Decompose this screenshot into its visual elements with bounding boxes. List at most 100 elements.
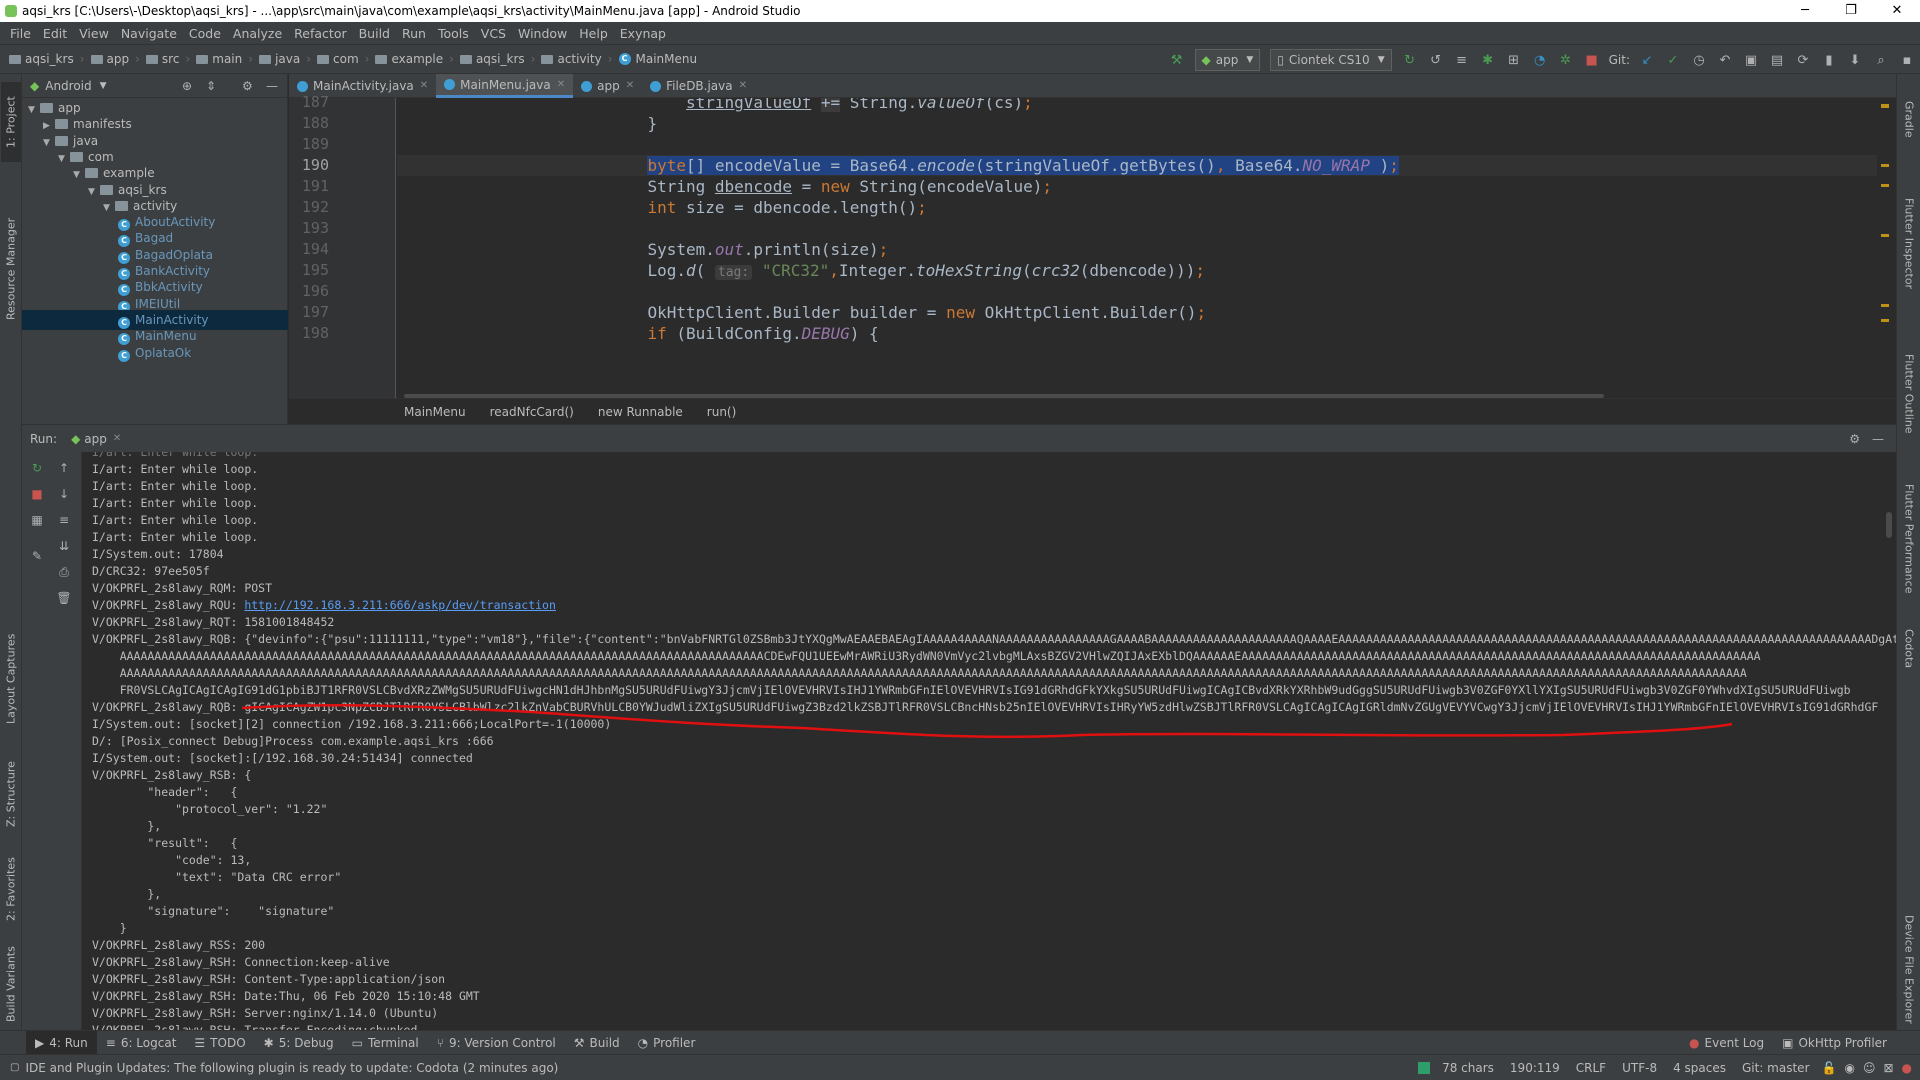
tool-tab-flutter-inspector[interactable]: Flutter Inspector	[1899, 164, 1919, 324]
sdk-icon[interactable]: ⬇	[1845, 50, 1865, 70]
git-update-icon[interactable]: ↙	[1637, 50, 1657, 70]
bottom-tab[interactable]: ◔ Profiler	[629, 1031, 705, 1055]
okhttp-profiler-tab[interactable]: ▣ OkHttp Profiler	[1773, 1031, 1896, 1055]
line-number[interactable]: 188	[289, 113, 329, 134]
stop-icon[interactable]: ■	[27, 484, 47, 504]
tool-tab-gradle[interactable]: Gradle	[1899, 84, 1919, 154]
menu-code[interactable]: Code	[183, 26, 227, 41]
rerun-icon[interactable]: ↻	[27, 458, 47, 478]
bottom-tab[interactable]: ⑂ 9: Version Control	[428, 1031, 565, 1055]
code-line[interactable]: }	[397, 113, 1877, 134]
breadcrumb-item[interactable]: com ›	[314, 52, 372, 66]
event-log-tab[interactable]: ● Event Log	[1680, 1031, 1773, 1055]
codota-icon[interactable]	[1418, 1061, 1431, 1074]
code-line[interactable]: stringValueOf += String.valueOf(cs);	[397, 98, 1877, 113]
soft-wrap-icon[interactable]: ≡	[54, 510, 74, 530]
breadcrumb-item[interactable]: C MainMenu	[616, 52, 701, 66]
rerun-icon[interactable]: ↻	[1400, 50, 1420, 70]
close-icon[interactable]: ✕	[420, 74, 428, 98]
hide-panel-icon[interactable]: —	[1872, 432, 1884, 446]
menu-run[interactable]: Run	[396, 26, 432, 41]
minimize-button[interactable]: ─	[1782, 0, 1828, 22]
hide-panel-icon[interactable]: —	[266, 79, 278, 93]
line-number[interactable]: 193	[289, 218, 329, 239]
maximize-button[interactable]: ❐	[1828, 0, 1874, 22]
tool-tab-favorites[interactable]: 2: Favorites	[1, 839, 21, 939]
close-button[interactable]: ✕	[1874, 0, 1920, 22]
collapse-icon[interactable]: ⇕	[206, 79, 216, 93]
close-icon[interactable]: ✕	[113, 433, 121, 444]
git-branch[interactable]: Git: master	[1742, 1061, 1810, 1075]
tool-tab-device-file-explorer[interactable]: Device File Explorer	[1899, 904, 1919, 1034]
bottom-tab[interactable]: ✱ 5: Debug	[255, 1031, 343, 1055]
tool-tab-flutter-performance[interactable]: Flutter Performance	[1899, 464, 1919, 614]
code-breadcrumb-item[interactable]: readNfcCard()	[490, 405, 574, 419]
tab-file[interactable]: app ✕	[573, 74, 642, 98]
menu-build[interactable]: Build	[353, 26, 396, 41]
breadcrumb-item[interactable]: main ›	[193, 52, 256, 66]
user-icon[interactable]: ▪	[1897, 50, 1917, 70]
layout-icon[interactable]: ▦	[27, 510, 47, 530]
breadcrumb-item[interactable]: activity ›	[538, 52, 615, 66]
lock-icon[interactable]: 🔓	[1822, 1061, 1837, 1075]
trash-icon[interactable]: ⊠	[1883, 1061, 1893, 1075]
menu-view[interactable]: View	[73, 26, 115, 41]
git-rollback-icon[interactable]: ↶	[1715, 50, 1735, 70]
indent-setting[interactable]: 4 spaces	[1673, 1061, 1726, 1075]
menu-help[interactable]: Help	[573, 26, 614, 41]
memory-icon[interactable]: ◉	[1844, 1061, 1854, 1075]
project-view-select[interactable]: Android	[45, 79, 91, 93]
gear-icon[interactable]: ⚙	[1849, 432, 1860, 446]
line-number[interactable]: 194	[289, 239, 329, 260]
menu-file[interactable]: File	[4, 26, 37, 41]
code-line[interactable]: if (BuildConfig.DEBUG) {	[397, 323, 1877, 344]
tab-file[interactable]: MainMenu.java ✕	[436, 73, 574, 98]
code-line[interactable]: Log.d( tag: "CRC32",Integer.toHexString(…	[397, 260, 1877, 281]
tab-file[interactable]: FileDB.java ✕	[642, 74, 755, 98]
android-debug-icon[interactable]: ✲	[1556, 50, 1576, 70]
breadcrumb-item[interactable]: aqsi_krs ›	[457, 52, 539, 66]
file-encoding[interactable]: UTF-8	[1622, 1061, 1657, 1075]
breadcrumb-item[interactable]: example ›	[372, 52, 456, 66]
run-config-select[interactable]: ◆ app ▼	[1194, 49, 1261, 71]
code-breadcrumb-item[interactable]: MainMenu	[404, 405, 466, 419]
bottom-tab[interactable]: ▶ 4: Run	[26, 1030, 97, 1055]
stop-icon[interactable]: ■	[1582, 50, 1602, 70]
close-icon[interactable]: ✕	[557, 73, 565, 97]
trash-icon[interactable]: 🗑	[54, 588, 74, 608]
line-number[interactable]: 191	[289, 176, 329, 197]
code-breadcrumb-item[interactable]: run()	[707, 405, 737, 419]
menu-exynap[interactable]: Exynap	[614, 26, 672, 41]
print-icon[interactable]: ⎙	[54, 562, 74, 582]
sync-gradle-icon[interactable]: ⟳	[1793, 50, 1813, 70]
code-line[interactable]: byte[] encodeValue = Base64.encode(strin…	[397, 155, 1877, 176]
down-icon[interactable]: ↓	[54, 484, 74, 504]
apply-code-changes-icon[interactable]: ≡	[1452, 50, 1472, 70]
menu-navigate[interactable]: Navigate	[115, 26, 183, 41]
debug-icon[interactable]: ✱	[1478, 50, 1498, 70]
tool-tab-layout-captures[interactable]: Layout Captures	[1, 614, 21, 744]
notification-icon[interactable]: ▢	[10, 1062, 19, 1073]
close-icon[interactable]: ✕	[626, 74, 634, 98]
line-number[interactable]: 198	[289, 323, 329, 344]
caret-position[interactable]: 190:119	[1510, 1061, 1560, 1075]
breadcrumb-item[interactable]: java ›	[256, 52, 314, 66]
tree-item[interactable]: C OplataOk	[22, 343, 288, 363]
console-output[interactable]: I/art: Enter while loop. I/art: Enter wh…	[82, 452, 1896, 1030]
profile-icon[interactable]: ◔	[1530, 50, 1550, 70]
line-separator[interactable]: CRLF	[1576, 1061, 1606, 1075]
git-history-icon[interactable]: ◷	[1689, 50, 1709, 70]
tool-tab-codota[interactable]: Codota	[1899, 614, 1919, 684]
line-number[interactable]: 196	[289, 281, 329, 302]
bottom-tab[interactable]: ≡ 6: Logcat	[97, 1031, 186, 1055]
breadcrumb-item[interactable]: aqsi_krs ›	[6, 52, 88, 66]
tool-tab-build-variants[interactable]: Build Variants	[1, 934, 21, 1034]
tool-tab-flutter-outline[interactable]: Flutter Outline	[1899, 329, 1919, 459]
error-stripe[interactable]	[1879, 104, 1891, 394]
code-line[interactable]: String dbencode = new String(encodeValue…	[397, 176, 1877, 197]
code-line[interactable]: int size = dbencode.length();	[397, 197, 1877, 218]
close-icon[interactable]: ✕	[739, 74, 747, 98]
code-line[interactable]	[397, 134, 1877, 155]
line-number[interactable]: 192	[289, 197, 329, 218]
bottom-tab[interactable]: ⚒ Build	[565, 1031, 629, 1055]
